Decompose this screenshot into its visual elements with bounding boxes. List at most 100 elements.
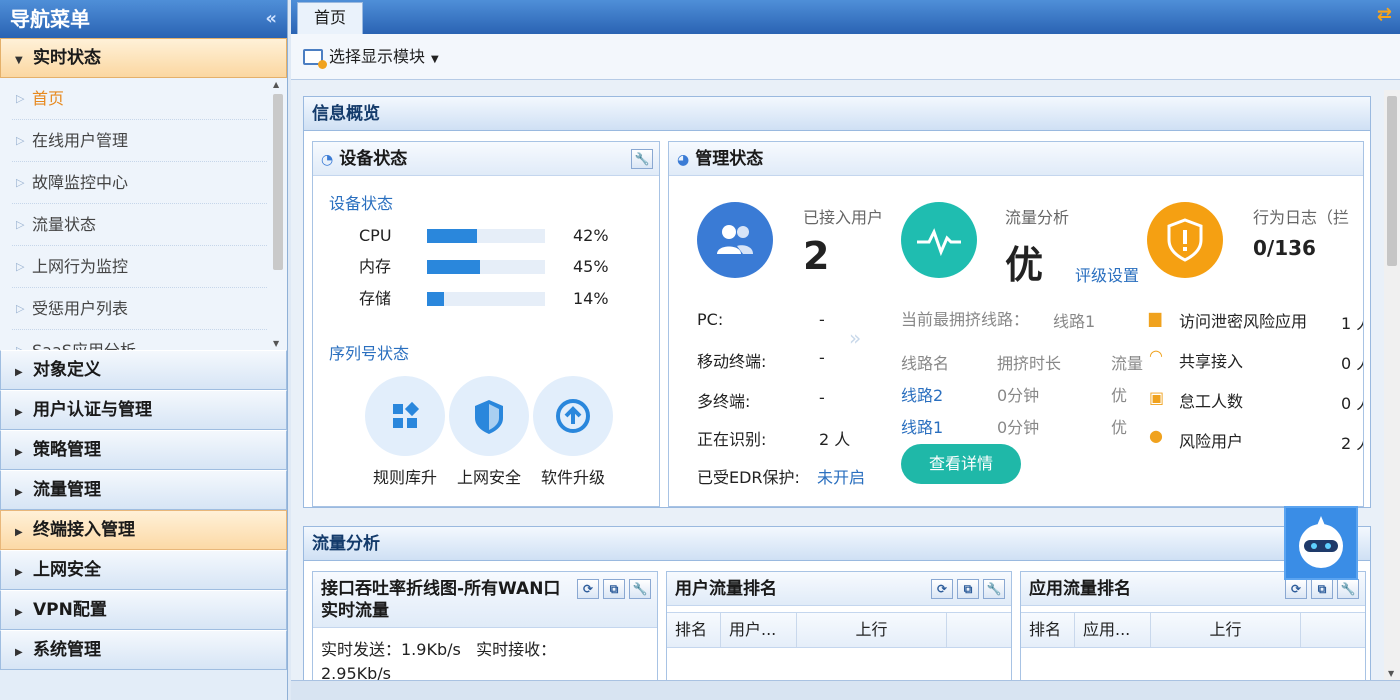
rating-settings-link[interactable]: 评级设置 (1075, 262, 1139, 286)
assistant-robot-icon[interactable] (1284, 506, 1358, 580)
scroll-thumb[interactable] (1387, 96, 1397, 266)
line2-duration: 0分钟 (997, 386, 1040, 405)
apps-icon (393, 401, 420, 428)
nav-group-object-definition[interactable]: ▶ 对象定义 (0, 350, 287, 390)
scroll-thumb[interactable] (273, 94, 283, 270)
nav-group-realtime-status[interactable]: ▼ 实时状态 (0, 38, 287, 78)
wrench-icon[interactable]: 🔧 (631, 149, 653, 169)
slacking-value: 0 人 (1341, 394, 1363, 413)
slacking-label: 怠工人数 (1179, 392, 1244, 411)
edr-label: 已受EDR保护: (697, 468, 800, 487)
col-rank[interactable]: 排名 (1021, 613, 1075, 647)
user-rank-table-header: 排名 用户... 上行 (667, 612, 1011, 648)
device-status-card: ◔ 设备状态 🔧 设备状态 CPU 42% 内存 45% 存储 14% 序列号状态 (312, 141, 660, 507)
window-icon[interactable]: ⧉ (957, 579, 979, 599)
scroll-down-icon[interactable]: ▼ (273, 339, 279, 348)
congest-duration-header: 拥挤时长 (997, 354, 1062, 373)
memory-bar: 内存 45% (359, 257, 609, 276)
col-upload[interactable]: 上行 (1151, 613, 1301, 647)
content-area: 信息概览 ◔ 设备状态 🔧 设备状态 CPU 42% 内存 45% 存储 14% 序列号… (291, 82, 1383, 682)
shared-access-value: 0 人 (1341, 354, 1363, 373)
internet-security-button[interactable] (449, 376, 529, 456)
edr-value[interactable]: 未开启 (817, 464, 865, 488)
leak-risk-value: 1 人 (1341, 314, 1363, 333)
scroll-down-icon[interactable]: ▼ (1388, 669, 1394, 678)
caret-right-icon: ▶ (15, 567, 23, 578)
identifying-label: 正在识别: (697, 430, 767, 449)
monitor-icon: ▣ (1149, 388, 1165, 407)
behavior-log-value: 0/136 (1253, 236, 1316, 260)
nav-group-traffic[interactable]: ▶ 流量管理 (0, 470, 287, 510)
line-name-header: 线路名 (901, 354, 950, 373)
device-status-subtitle: 设备状态 (329, 194, 394, 213)
nav-group-vpn[interactable]: ▶ VPN配置 (0, 590, 287, 630)
nav-item-traffic-status[interactable]: ▷ 流量状态 (12, 204, 267, 246)
users-icon (697, 202, 773, 278)
chevron-right-icon: ▷ (16, 330, 24, 350)
caret-down-icon[interactable]: ▼ (431, 54, 439, 65)
management-status-header: ◕ 管理状态 (669, 142, 1363, 176)
refresh-icon[interactable]: ⟳ (1285, 579, 1307, 599)
nav-item-saas-analysis[interactable]: ▷SaaS应用分析 (12, 330, 267, 350)
caret-right-icon: ▶ (15, 607, 23, 618)
software-upgrade-button[interactable] (533, 376, 613, 456)
throughput-header: 接口吞吐率折线图-所有WAN口实时流量 ⟳ ⧉ 🔧 (313, 572, 657, 628)
view-details-button[interactable]: 查看详情 (901, 444, 1021, 484)
folder-icon: ▆ (1149, 308, 1162, 327)
leak-risk-label: 访问泄密风险应用 (1179, 312, 1308, 331)
main-area: 首页 ⇄ 选择显示模块 ▼ 信息概览 ◔ 设备状态 🔧 设备状态 CPU 42% 内存… (291, 0, 1400, 700)
window-icon[interactable]: ⧉ (603, 579, 625, 599)
col-user[interactable]: 用户... (721, 613, 797, 647)
tab-bar: 首页 ⇄ (291, 0, 1400, 34)
nav-group-internet-security[interactable]: ▶ 上网安全 (0, 550, 287, 590)
realtime-rate: 实时发送：1.9Kb/s 实时接收：2.95Kb/s (321, 638, 621, 682)
tab-home[interactable]: 首页 (297, 2, 363, 34)
line2-link[interactable]: 线路2 (901, 382, 943, 406)
overview-panel: 信息概览 ◔ 设备状态 🔧 设备状态 CPU 42% 内存 45% 存储 14% 序列号… (303, 96, 1371, 508)
nav-item-punished-users[interactable]: ▷ 受惩用户列表 (12, 288, 267, 330)
nav-scrollbar[interactable]: ▲ ▼ (271, 80, 283, 348)
col-upload[interactable]: 上行 (797, 613, 947, 647)
swap-icon[interactable]: ⇄ (1377, 4, 1392, 25)
nav-item-home[interactable]: ▷ 首页 (12, 78, 267, 120)
shield-icon (475, 400, 503, 434)
wrench-icon[interactable]: 🔧 (629, 579, 651, 599)
congested-line-value: 线路1 (1053, 312, 1096, 331)
identifying-value: 2 人 (819, 430, 851, 449)
wrench-icon[interactable]: 🔧 (1337, 579, 1359, 599)
cpu-bar: CPU 42% (359, 226, 609, 245)
risk-users-label: 风险用户 (1179, 432, 1244, 451)
nav-group-system[interactable]: ▶ 系统管理 (0, 630, 287, 670)
window-icon[interactable]: ⧉ (1311, 579, 1333, 599)
serial-status-title: 序列号状态 (329, 344, 410, 363)
traffic-title: 流量分析 (304, 527, 1370, 561)
risk-user-icon: ● (1149, 426, 1163, 445)
storage-bar: 存储 14% (359, 289, 609, 308)
traffic-panel: 流量分析 接口吞吐率折线图-所有WAN口实时流量 ⟳ ⧉ 🔧 实时发送：1.9K… (303, 526, 1371, 682)
collapse-icon[interactable]: « (265, 0, 277, 38)
nav-group-terminal-access[interactable]: ▶ 终端接入管理 (0, 510, 287, 550)
line1-quality: 优 (1111, 418, 1128, 437)
traffic-analysis-label: 流量分析 (1005, 208, 1070, 227)
scroll-up-icon[interactable]: ▲ (273, 80, 279, 89)
col-rank[interactable]: 排名 (667, 613, 721, 647)
line1-link[interactable]: 线路1 (901, 414, 943, 438)
status-bar (291, 680, 1400, 700)
wrench-icon[interactable]: 🔧 (983, 579, 1005, 599)
select-module-button[interactable]: 选择显示模块 (329, 47, 425, 66)
overview-title: 信息概览 (304, 97, 1370, 131)
connected-users-value: 2 (803, 234, 830, 278)
pc-value: - (819, 310, 825, 329)
nav-group-user-auth[interactable]: ▶ 用户认证与管理 (0, 390, 287, 430)
shared-access-label: 共享接入 (1179, 352, 1244, 371)
nav-item-behavior-monitor[interactable]: ▷ 上网行为监控 (12, 246, 267, 288)
col-app[interactable]: 应用... (1075, 613, 1151, 647)
module-icon (303, 49, 327, 69)
nav-group-policy[interactable]: ▶ 策略管理 (0, 430, 287, 470)
rule-upgrade-button[interactable] (365, 376, 445, 456)
refresh-icon[interactable]: ⟳ (931, 579, 953, 599)
nav-item-fault-monitor[interactable]: ▷ 故障监控中心 (12, 162, 267, 204)
nav-item-online-users[interactable]: ▷ 在线用户管理 (12, 120, 267, 162)
refresh-icon[interactable]: ⟳ (577, 579, 599, 599)
content-scrollbar[interactable]: ▼ (1384, 90, 1400, 680)
